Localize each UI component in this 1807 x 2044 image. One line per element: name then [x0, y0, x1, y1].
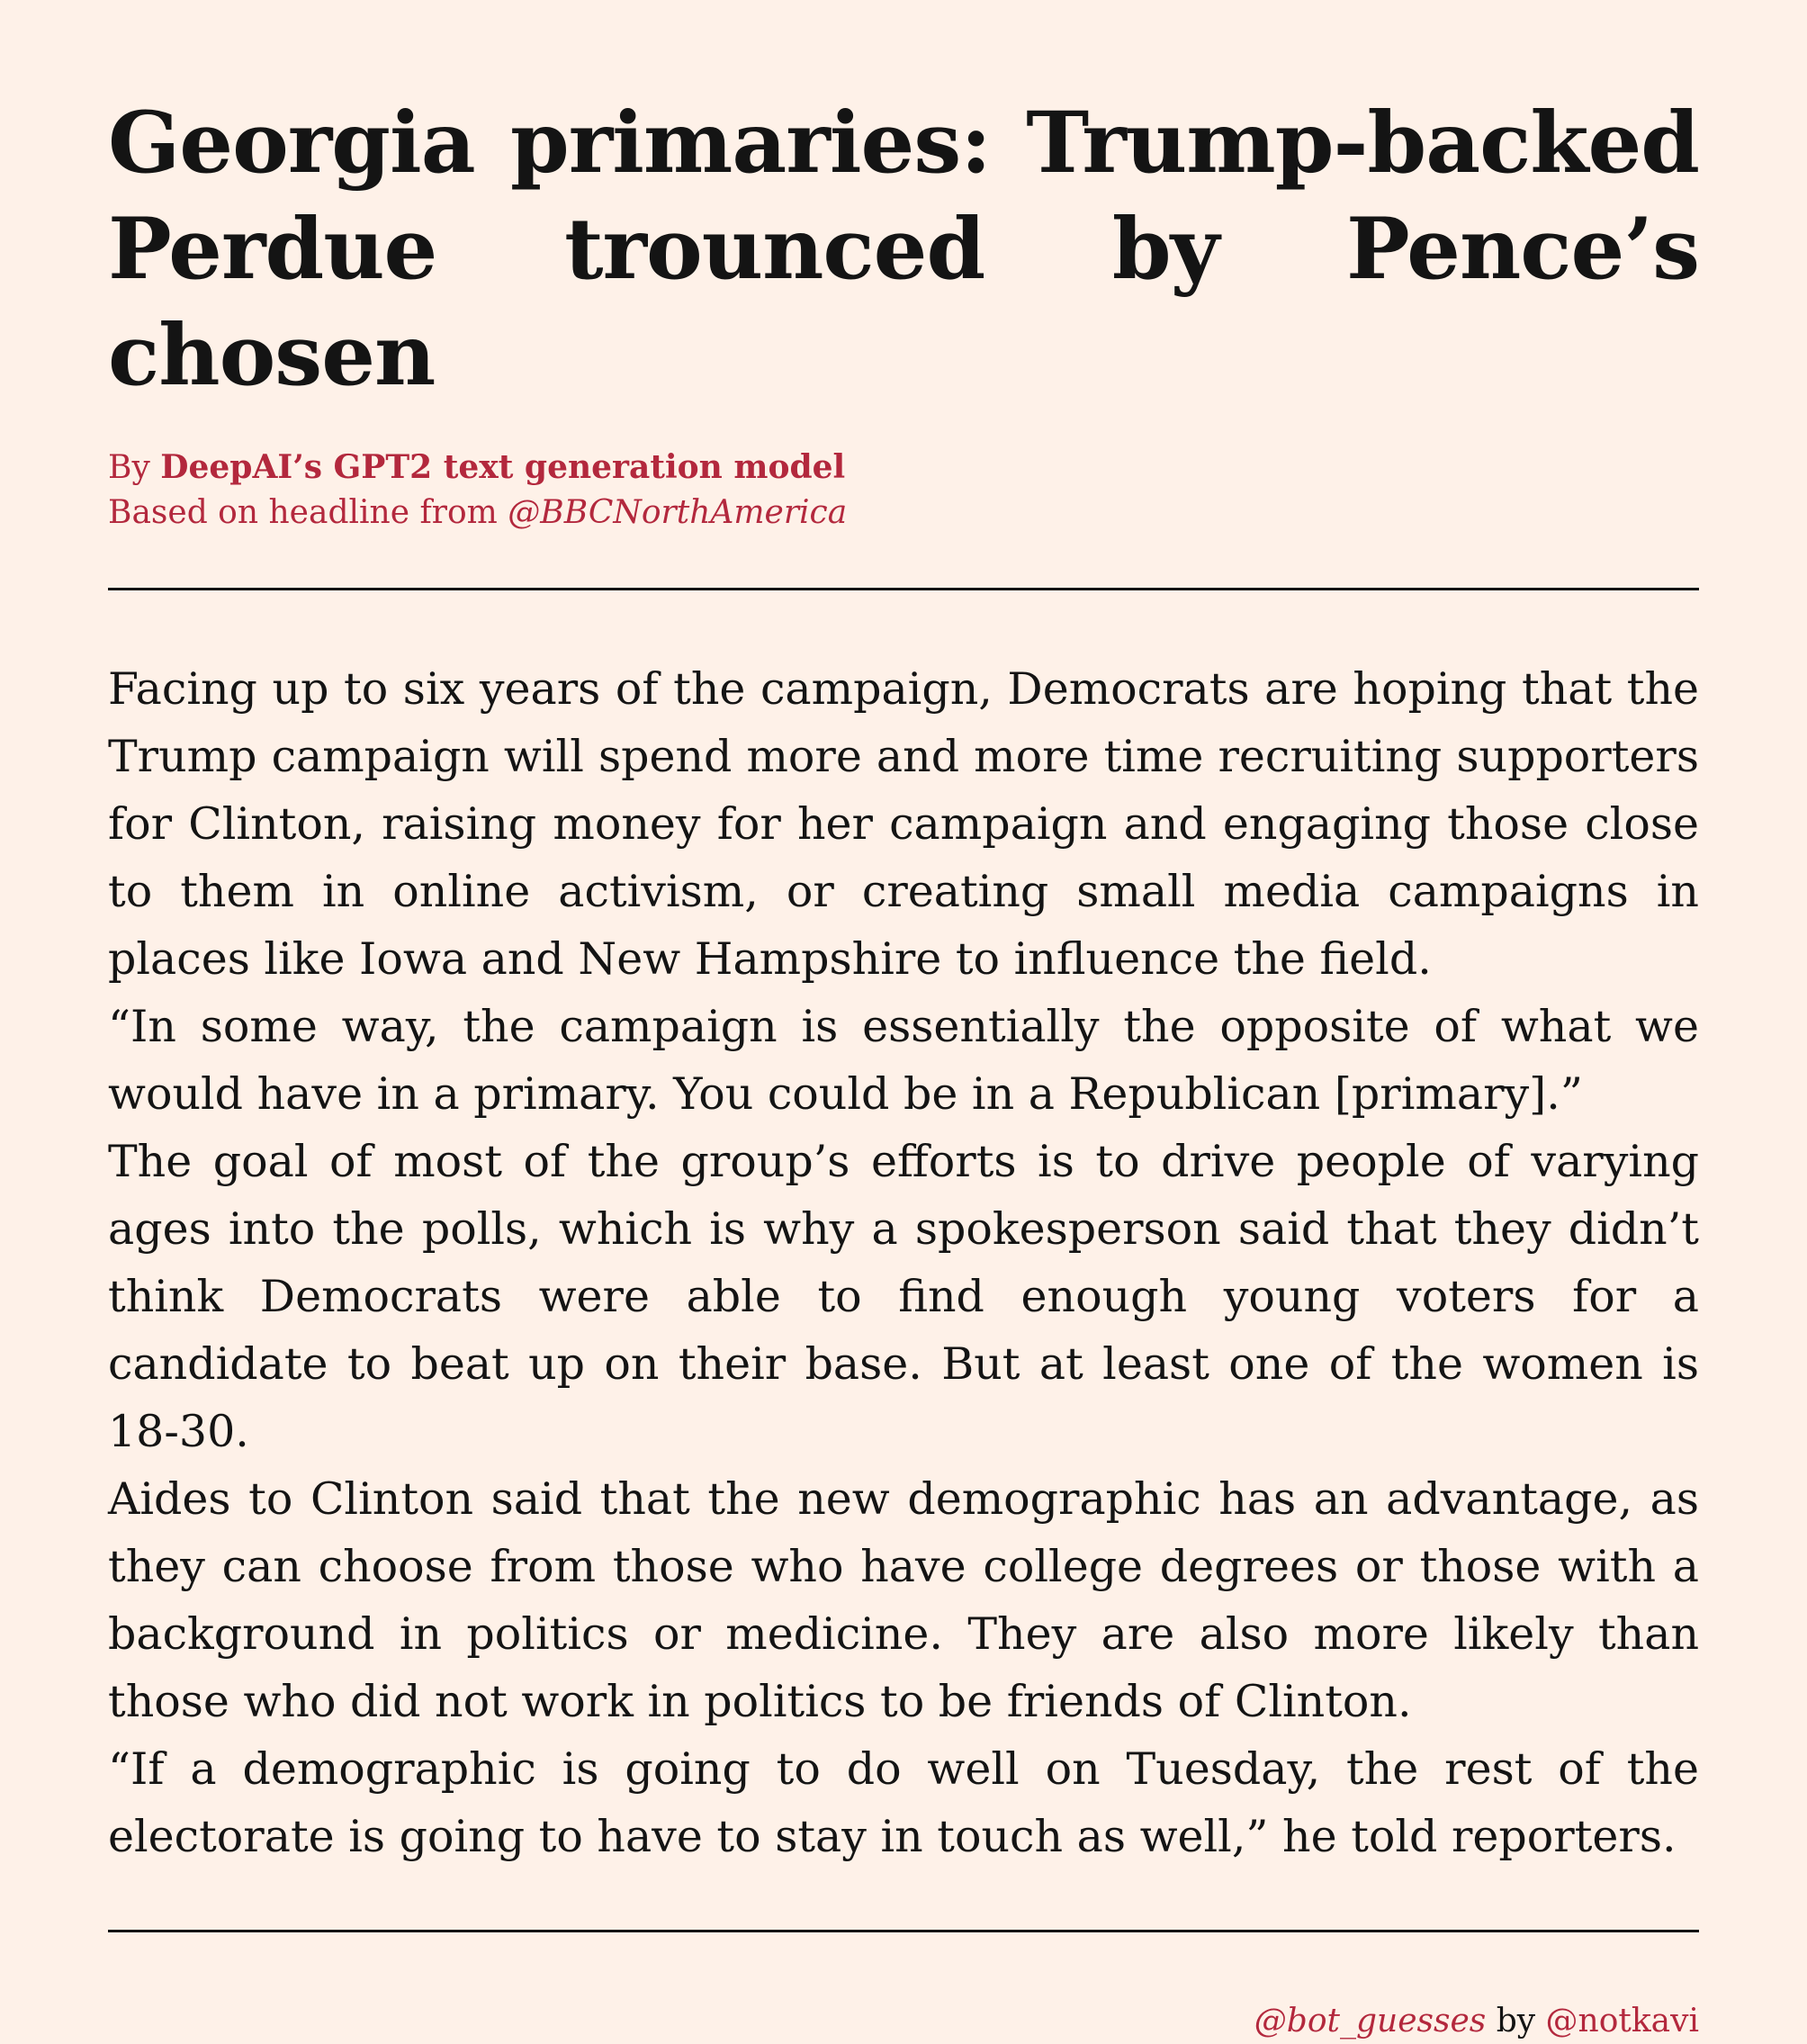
- article-paragraph: “In some way, the campaign is essentiall…: [108, 1001, 1699, 1120]
- source-handle: @BBCNorthAmerica: [508, 494, 848, 531]
- source-prefix: Based on headline from: [108, 494, 508, 531]
- article-paragraph: “If a demographic is going to do well on…: [108, 1743, 1699, 1862]
- article-paragraph: Facing up to six years of the campaign, …: [108, 663, 1699, 985]
- article-body: Facing up to six years of the campaign, …: [108, 655, 1699, 1870]
- source-line: Based on headline from @BBCNorthAmerica: [108, 491, 1699, 536]
- byline: By DeepAI’s GPT2 text generation model B…: [108, 445, 1699, 536]
- by-prefix: By: [108, 449, 161, 486]
- author-name: DeepAI’s GPT2 text generation model: [160, 448, 846, 486]
- author-line: By DeepAI’s GPT2 text generation model: [108, 445, 1699, 491]
- bottom-divider: [108, 1930, 1699, 1932]
- article-paragraph: The goal of most of the group’s efforts …: [108, 1136, 1699, 1457]
- top-divider: [108, 588, 1699, 590]
- article-page: Georgia primaries: Trump-backed Perdue t…: [108, 90, 1700, 2044]
- article-paragraph: Aides to Clinton said that the new demog…: [108, 1473, 1699, 1727]
- headline: Georgia primaries: Trump-backed Perdue t…: [108, 94, 1700, 405]
- credit-line: @bot_guesses by @notkavi: [108, 1999, 1699, 2044]
